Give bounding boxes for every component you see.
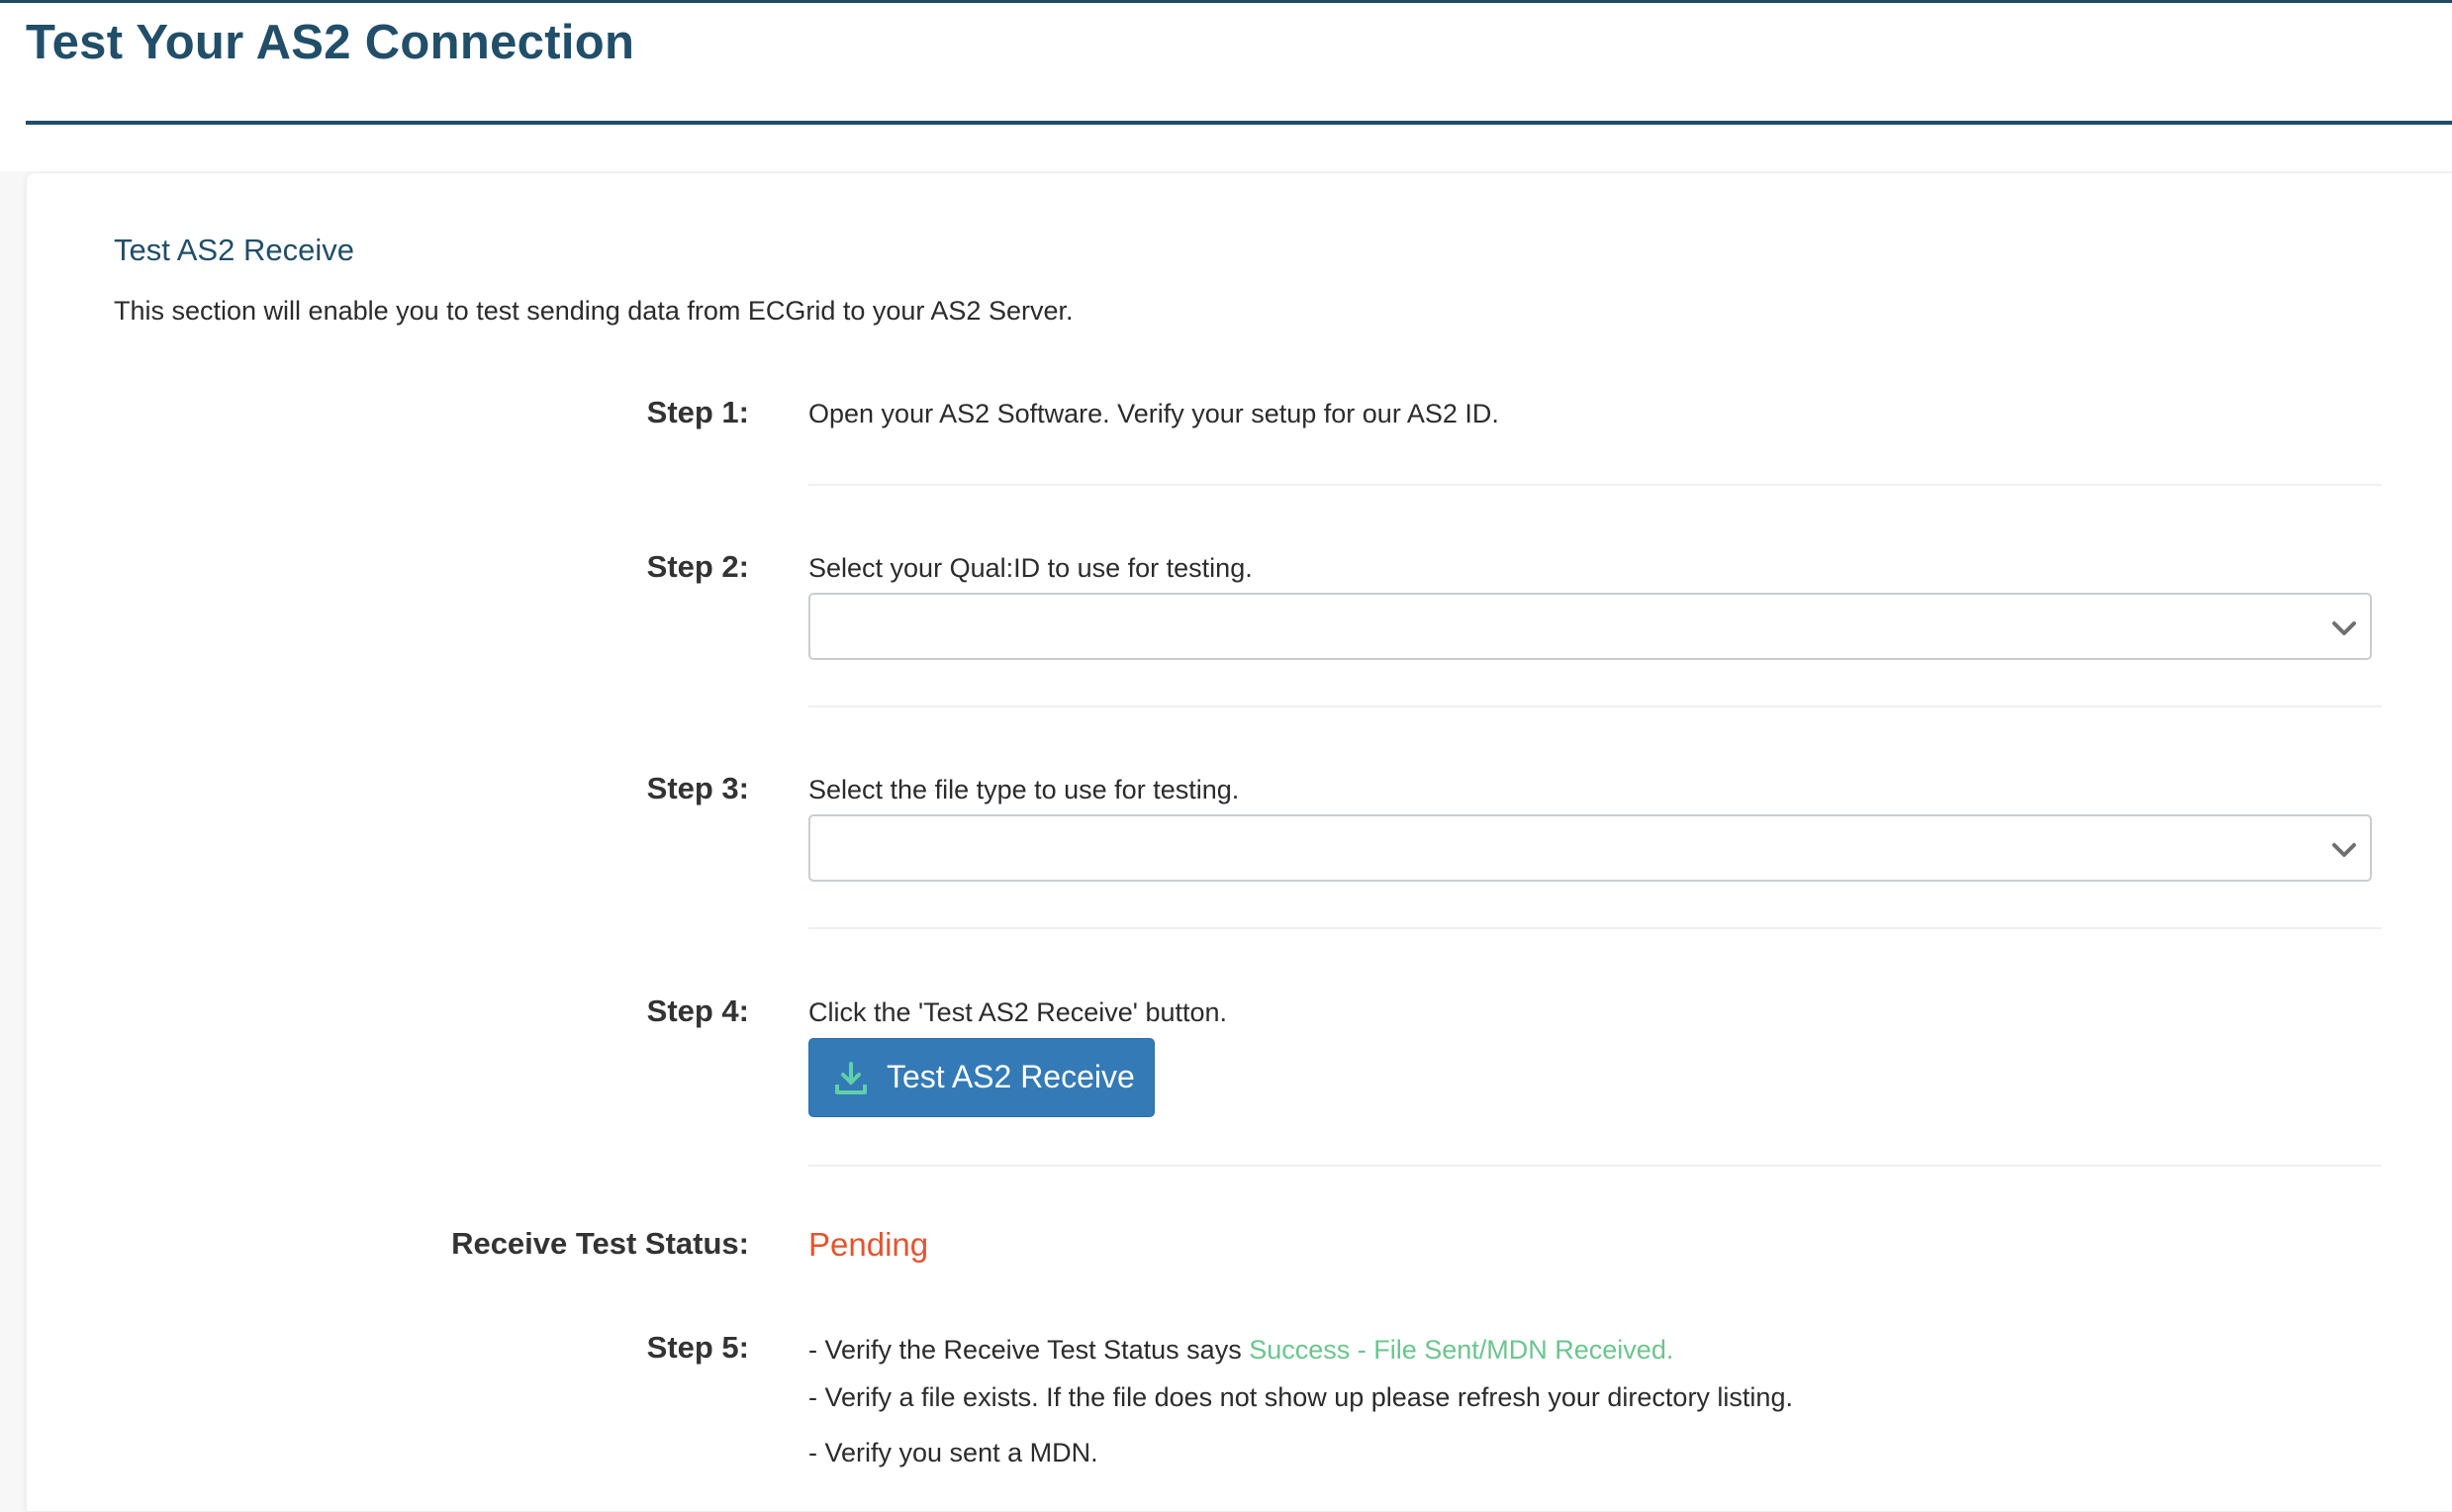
step-5-line-2: - Verify a file exists. If the file does… (808, 1382, 1793, 1413)
chevron-down-icon (2330, 614, 2358, 642)
step-5-line-3: - Verify you sent a MDN. (808, 1438, 1098, 1468)
section-description: This section will enable you to test sen… (114, 296, 1073, 327)
step-4-label: Step 4: (27, 993, 749, 1029)
header-divider (26, 121, 2452, 125)
qual-id-select[interactable] (808, 593, 2372, 660)
step-1-text: Open your AS2 Software. Verify your setu… (808, 399, 1499, 429)
step-divider (808, 927, 2382, 929)
step-2-text: Select your Qual:ID to use for testing. (808, 553, 1253, 584)
page-header: Test Your AS2 Connection (0, 3, 2452, 171)
step-1-label: Step 1: (27, 395, 749, 430)
step-divider (808, 484, 2382, 486)
step-3-text: Select the file type to use for testing. (808, 775, 1239, 805)
file-type-select[interactable] (808, 814, 2372, 882)
step-3-label: Step 3: (27, 771, 749, 806)
success-status-text: Success - File Sent/MDN Received. (1249, 1335, 1673, 1365)
test-as2-receive-button-label: Test AS2 Receive (887, 1059, 1135, 1095)
step-divider (808, 1165, 2382, 1167)
test-receive-panel: Test AS2 Receive This section will enabl… (26, 172, 2452, 1512)
page-title: Test Your AS2 Connection (26, 15, 634, 70)
step-divider (808, 706, 2382, 708)
test-as2-receive-button[interactable]: Test AS2 Receive (808, 1038, 1155, 1117)
download-icon (833, 1061, 869, 1096)
receive-status-value: Pending (808, 1226, 928, 1264)
step-5-label: Step 5: (27, 1330, 749, 1366)
chevron-down-icon (2330, 836, 2358, 864)
step-5-line-1-prefix: - Verify the Receive Test Status says (808, 1335, 1249, 1365)
step-2-label: Step 2: (27, 549, 749, 585)
step-5-line-1: - Verify the Receive Test Status says Su… (808, 1335, 1673, 1366)
receive-status-label: Receive Test Status: (27, 1226, 749, 1262)
section-title: Test AS2 Receive (114, 233, 354, 268)
step-4-text: Click the 'Test AS2 Receive' button. (808, 997, 1227, 1028)
